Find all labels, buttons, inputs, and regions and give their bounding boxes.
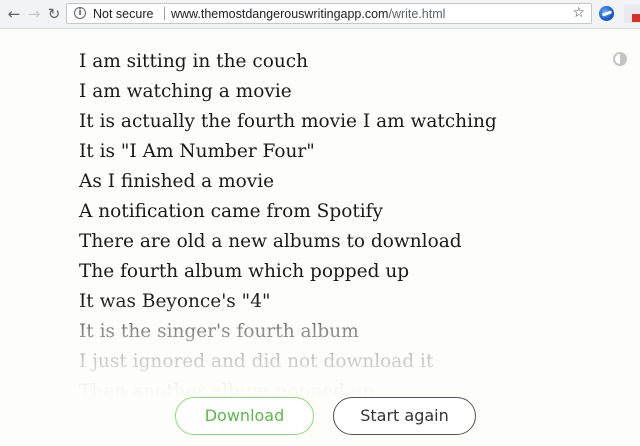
text-line: It is actually the fourth movie I am wat…: [79, 111, 497, 132]
omnibox-divider: [164, 7, 165, 20]
extension-icon-badged[interactable]: [624, 5, 640, 23]
text-line: I just ignored and did not download it: [79, 351, 434, 372]
text-line: A notification came from Spotify: [79, 201, 383, 222]
text-line: The fourth album which popped up: [79, 261, 410, 282]
start-again-button[interactable]: Start again: [333, 397, 476, 435]
text-line: I am watching a movie: [79, 81, 292, 102]
forward-arrow-icon[interactable]: →: [24, 4, 44, 24]
extension-badge: [632, 14, 640, 22]
security-label[interactable]: Not secure: [93, 6, 153, 22]
contrast-toggle-icon[interactable]: [613, 52, 627, 66]
text-line: It is "I Am Number Four": [79, 141, 315, 162]
text-line: I am sitting in the couch: [79, 51, 309, 72]
browser-toolbar: ← → ↻ i Not secure www.themostdangerousw…: [0, 0, 640, 29]
text-line: It is the singer's fourth album: [79, 321, 359, 342]
address-bar[interactable]: i Not secure www.themostdangerouswriting…: [66, 3, 592, 24]
star-icon[interactable]: ☆: [572, 4, 585, 23]
url-host: www.themostdangerouswritingapp.com: [171, 7, 389, 21]
url-path: /write.html: [388, 7, 446, 21]
reload-icon[interactable]: ↻: [44, 4, 64, 24]
url-text[interactable]: www.themostdangerouswritingapp.com/write…: [171, 6, 445, 22]
text-line: It was Beyonce's "4": [79, 291, 271, 312]
text-line: As I finished a movie: [79, 171, 275, 192]
back-arrow-icon[interactable]: ←: [4, 4, 24, 24]
text-line: There are old a new albums to download: [79, 231, 462, 252]
info-icon[interactable]: i: [74, 7, 86, 19]
download-button[interactable]: Download: [175, 397, 314, 435]
extension-swoosh: [601, 10, 613, 17]
extension-icon[interactable]: [599, 6, 614, 21]
writing-area[interactable]: I am sitting in the couch I am watching a…: [79, 47, 599, 407]
